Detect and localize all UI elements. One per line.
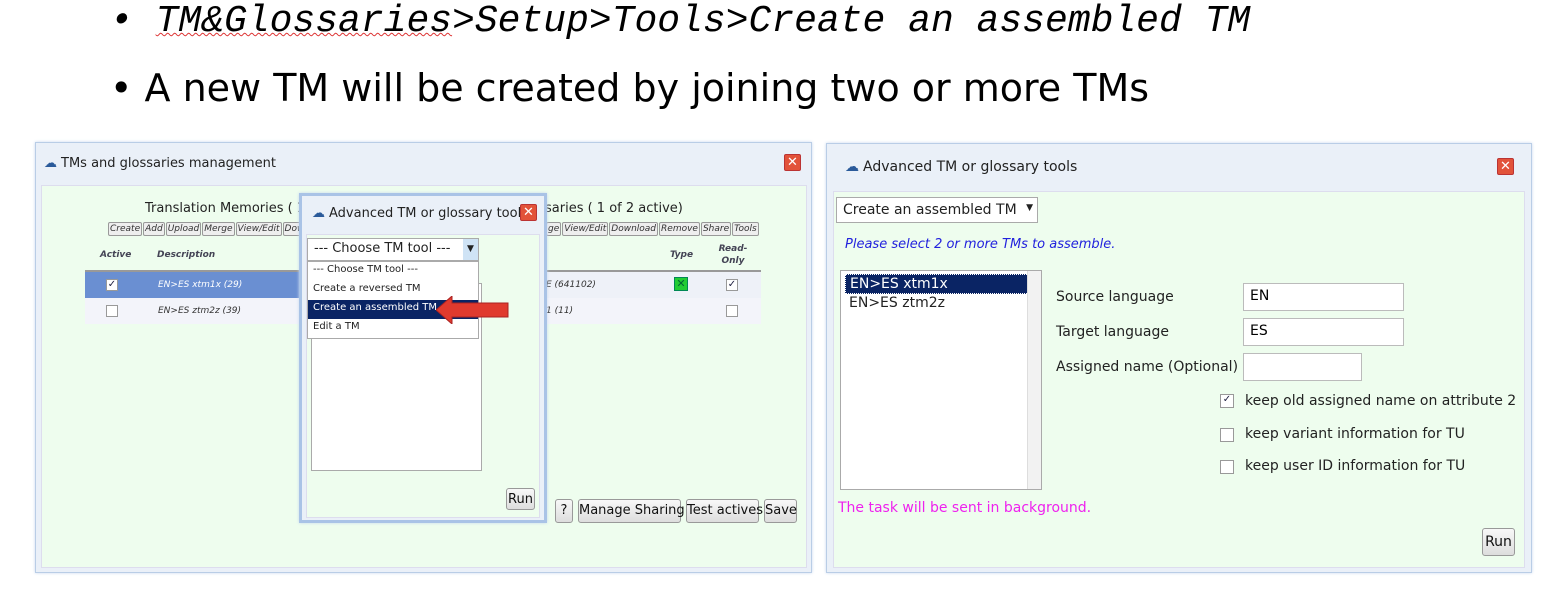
tm-list-item[interactable]: EN>ES ztm2z xyxy=(845,294,1037,312)
col-type: Type xyxy=(670,250,694,260)
description-text: A new TM will be created by joining two … xyxy=(144,66,1150,110)
add-button[interactable]: Add xyxy=(143,222,165,236)
select-value: --- Choose TM tool --- xyxy=(314,241,451,256)
assigned-name-label: Assigned name (Optional) xyxy=(1056,359,1239,375)
bullet-description: • A new TM will be created by joining tw… xyxy=(110,66,1150,110)
keep-variant-label: keep variant information for TU xyxy=(1245,426,1465,442)
view-edit-button[interactable]: View/Edit xyxy=(562,222,609,236)
tm-list-item-selected[interactable]: EN>ES xtm1x xyxy=(845,274,1037,294)
read-only-checkbox[interactable]: ✓ xyxy=(726,279,738,291)
cloud-icon: ☁ xyxy=(312,206,325,221)
window-title: ☁ Advanced TM or glossary tools xyxy=(845,159,1077,175)
bullet-path: • TM&Glossaries>Setup>Tools>Create an as… xyxy=(110,0,1251,43)
create-button[interactable]: Create xyxy=(108,222,143,236)
glossary-toolbar: ge View/Edit Download Remove Share Tools xyxy=(546,222,759,236)
close-icon[interactable]: ✕ xyxy=(520,204,537,221)
tm-listbox[interactable]: EN>ES xtm1x EN>ES ztm2z xyxy=(840,270,1042,490)
merge-button[interactable]: ge xyxy=(546,222,562,236)
test-actives-button[interactable]: Test actives xyxy=(686,499,763,523)
close-icon[interactable]: ✕ xyxy=(1497,158,1514,175)
chevron-down-icon[interactable]: ▼ xyxy=(1026,203,1033,213)
keep-name-label: keep old assigned name on attribute 2 xyxy=(1245,393,1517,409)
title-text: Advanced TM or glossary tools xyxy=(863,159,1078,175)
tools-button[interactable]: Tools xyxy=(732,222,759,236)
source-language-label: Source language xyxy=(1056,289,1174,305)
glossary-description: 1 (11) xyxy=(546,306,574,316)
tm-description: EN>ES xtm1x (29) xyxy=(158,280,243,290)
tool-select[interactable]: Create an assembled TM ▼ xyxy=(836,197,1038,223)
manage-sharing-button[interactable]: Manage Sharing xyxy=(578,499,685,523)
tm-heading: Translation Memories ( 1 o xyxy=(145,201,318,216)
col-read-only: Read-Only xyxy=(718,244,748,266)
keep-variant-checkbox[interactable] xyxy=(1220,428,1234,442)
glossary-type-icon: ✕ xyxy=(674,277,688,291)
target-language-input[interactable]: ES xyxy=(1243,318,1404,346)
tm-description: EN>ES ztm2z (39) xyxy=(158,306,242,316)
window-title: ☁ TMs and glossaries management xyxy=(44,156,276,171)
source-language-input[interactable]: EN xyxy=(1243,283,1404,311)
glossary-description: E (641102) xyxy=(546,280,596,290)
save-button[interactable]: Save xyxy=(764,499,797,523)
tool-select[interactable]: --- Choose TM tool --- ▼ xyxy=(307,238,479,261)
keep-user-id-checkbox[interactable] xyxy=(1220,460,1234,474)
popup-title: ☁ Advanced TM or glossary tools xyxy=(312,206,528,221)
close-icon[interactable]: ✕ xyxy=(784,154,801,171)
assigned-name-input[interactable] xyxy=(1243,353,1362,381)
run-button[interactable]: Run xyxy=(506,488,535,510)
path-part: TM&Glossaries xyxy=(155,0,453,43)
remove-button[interactable]: Remove xyxy=(659,222,700,236)
keep-name-checkbox[interactable]: ✓ xyxy=(1220,394,1234,408)
active-checkbox[interactable] xyxy=(106,305,118,317)
background-note: The task will be sent in background. xyxy=(838,500,1092,516)
col-active: Active xyxy=(100,250,132,260)
path-rest: >Setup>Tools>Create an assembled TM xyxy=(452,0,1251,43)
red-arrow-icon xyxy=(436,296,509,324)
tm-toolbar: CreateAddUploadMergeView/EditDownlo xyxy=(108,222,321,236)
share-button[interactable]: Share xyxy=(700,222,732,236)
active-checkbox[interactable]: ✓ xyxy=(106,279,118,291)
col-description: Description xyxy=(157,250,216,260)
glossary-heading: saries ( 1 of 2 active) xyxy=(545,201,683,216)
option[interactable]: --- Choose TM tool --- xyxy=(308,262,478,281)
target-language-label: Target language xyxy=(1056,324,1169,340)
scrollbar[interactable] xyxy=(1027,271,1041,489)
title-text: TMs and glossaries management xyxy=(61,156,276,171)
chevron-down-icon[interactable]: ▼ xyxy=(463,239,478,260)
read-only-checkbox[interactable] xyxy=(726,305,738,317)
title-text: Advanced TM or glossary tools xyxy=(329,206,528,221)
help-button[interactable]: ? xyxy=(555,499,573,523)
select-value: Create an assembled TM xyxy=(843,202,1017,218)
cloud-icon: ☁ xyxy=(44,156,57,171)
keep-user-id-label: keep user ID information for TU xyxy=(1245,458,1466,474)
merge-button[interactable]: Merge xyxy=(202,222,235,236)
view-edit-button[interactable]: View/Edit xyxy=(235,222,282,236)
run-button[interactable]: Run xyxy=(1482,528,1515,556)
instruction-text: Please select 2 or more TMs to assemble. xyxy=(845,237,1116,252)
cloud-icon: ☁ xyxy=(845,159,859,175)
download-button[interactable]: Download xyxy=(609,222,659,236)
upload-button[interactable]: Upload xyxy=(165,222,202,236)
